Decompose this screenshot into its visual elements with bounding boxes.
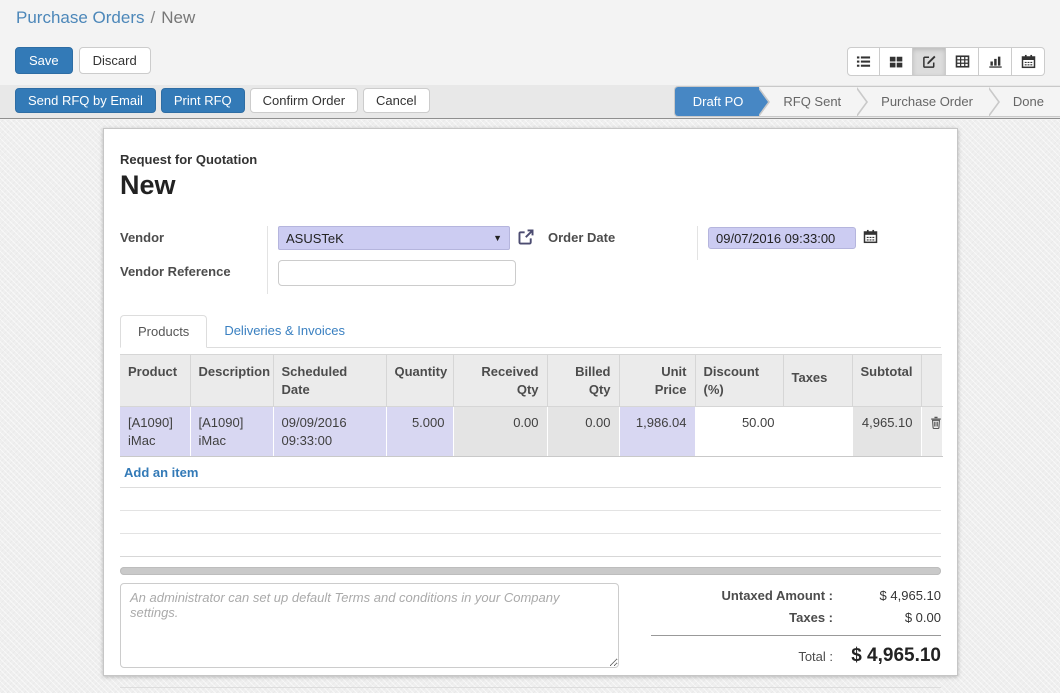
print-rfq-button[interactable]: Print RFQ <box>161 88 245 113</box>
left-label-column: Vendor Vendor Reference <box>120 226 268 294</box>
col-billed-qty[interactable]: Billed Qty <box>547 355 619 407</box>
vendor-reference-input[interactable] <box>278 260 516 286</box>
graph-icon <box>988 54 1003 69</box>
form-sheet: Request for Quotation New Vendor Vendor … <box>103 128 958 676</box>
col-discount[interactable]: Discount (%) <box>695 355 783 407</box>
cancel-button[interactable]: Cancel <box>363 88 429 113</box>
statusbar-steps: Draft PO RFQ Sent Purchase Order Done <box>674 86 1060 117</box>
total-value: $ 4,965.10 <box>833 645 941 667</box>
view-switch-pivot[interactable] <box>946 47 979 76</box>
col-scheduled-date[interactable]: Scheduled Date <box>273 355 386 407</box>
bottom-section: Untaxed Amount : $ 4,965.10 Taxes : $ 0.… <box>120 583 941 674</box>
right-field-column <box>698 226 878 260</box>
breadcrumb-current: New <box>161 8 195 27</box>
notebook-tabs: Products Deliveries & Invoices <box>120 315 941 348</box>
cell-received-qty: 0.00 <box>453 407 547 457</box>
kanban-icon <box>889 55 903 69</box>
cell-description[interactable]: [A1090] iMac <box>190 407 273 457</box>
col-subtotal[interactable]: Subtotal <box>852 355 921 407</box>
cell-unit-price[interactable]: 1,986.04 <box>619 407 695 457</box>
col-actions <box>921 355 942 407</box>
col-received-qty[interactable]: Received Qty <box>453 355 547 407</box>
calendar-icon[interactable] <box>863 229 878 249</box>
view-switch-calendar[interactable] <box>1012 47 1045 76</box>
table-row[interactable]: [A1090] iMac [A1090] iMac 09/09/2016 09:… <box>120 407 942 457</box>
step-rfq-sent[interactable]: RFQ Sent <box>759 87 857 116</box>
totals-panel: Untaxed Amount : $ 4,965.10 Taxes : $ 0.… <box>651 583 941 674</box>
left-field-column: ASUSTeK ▼ <box>268 226 535 294</box>
tab-deliveries-invoices[interactable]: Deliveries & Invoices <box>207 315 362 347</box>
cell-billed-qty: 0.00 <box>547 407 619 457</box>
breadcrumb: Purchase Orders / New <box>16 8 195 28</box>
col-description[interactable]: Description <box>190 355 273 407</box>
vendor-label: Vendor <box>120 226 257 260</box>
statusbar: Send RFQ by Email Print RFQ Confirm Orde… <box>0 85 1060 119</box>
order-date-label: Order Date <box>548 226 687 260</box>
cell-scheduled-date[interactable]: 09/09/2016 09:33:00 <box>273 407 386 457</box>
view-switcher <box>847 47 1045 76</box>
send-rfq-by-email-button[interactable]: Send RFQ by Email <box>15 88 156 113</box>
trash-icon <box>930 417 942 432</box>
empty-row <box>120 488 941 511</box>
save-button[interactable]: Save <box>15 47 73 74</box>
cell-quantity[interactable]: 5.000 <box>386 407 453 457</box>
col-taxes[interactable]: Taxes <box>783 355 852 407</box>
vendor-reference-label: Vendor Reference <box>120 260 257 294</box>
statusbar-buttons: Send RFQ by Email Print RFQ Confirm Orde… <box>15 88 430 113</box>
step-purchase-order[interactable]: Purchase Order <box>857 87 989 116</box>
cell-discount[interactable]: 50.00 <box>695 407 783 457</box>
discard-button[interactable]: Discard <box>79 47 151 74</box>
sheet-subtitle: Request for Quotation <box>120 152 941 167</box>
caret-down-icon: ▼ <box>493 233 502 243</box>
vendor-select[interactable]: ASUSTeK ▼ <box>278 226 510 250</box>
fields-area: Vendor Vendor Reference ASUSTeK ▼ <box>120 226 941 294</box>
untaxed-amount-value: $ 4,965.10 <box>833 588 941 603</box>
list-icon <box>856 54 871 69</box>
cell-subtotal: 4,965.10 <box>852 407 921 457</box>
cell-product[interactable]: [A1090] iMac <box>120 407 190 457</box>
total-label: Total : <box>798 649 833 664</box>
sheet-bottom-divider <box>120 687 941 688</box>
breadcrumb-purchase-orders[interactable]: Purchase Orders <box>16 8 145 27</box>
record-toolbar: Save Discard <box>15 47 151 74</box>
external-link-icon[interactable] <box>517 228 535 251</box>
terms-and-conditions-textarea[interactable] <box>120 583 619 668</box>
view-switch-list[interactable] <box>847 47 880 76</box>
untaxed-amount-label: Untaxed Amount : <box>722 588 833 603</box>
confirm-order-button[interactable]: Confirm Order <box>250 88 358 113</box>
empty-row <box>120 511 941 534</box>
col-quantity[interactable]: Quantity <box>386 355 453 407</box>
empty-row <box>120 534 941 557</box>
breadcrumb-separator: / <box>151 8 156 27</box>
totals-divider <box>651 635 941 636</box>
form-edit-icon <box>922 54 937 69</box>
order-lines-table: Product Description Scheduled Date Quant… <box>120 354 943 457</box>
view-switch-kanban[interactable] <box>880 47 913 76</box>
table-header-row: Product Description Scheduled Date Quant… <box>120 355 942 407</box>
delete-row-button[interactable] <box>921 407 942 457</box>
tab-products[interactable]: Products <box>120 315 207 348</box>
view-switch-form[interactable] <box>913 47 946 76</box>
step-draft-po[interactable]: Draft PO <box>675 87 760 116</box>
table-horizontal-scrollbar[interactable] <box>120 567 941 575</box>
vendor-select-value: ASUSTeK <box>286 231 344 246</box>
pivot-icon <box>955 54 970 69</box>
cell-taxes[interactable] <box>783 407 852 457</box>
col-product[interactable]: Product <box>120 355 190 407</box>
view-switch-graph[interactable] <box>979 47 1012 76</box>
left-field-group: Vendor Vendor Reference ASUSTeK ▼ <box>120 226 548 294</box>
taxes-value: $ 0.00 <box>833 610 941 625</box>
form-view-background: Request for Quotation New Vendor Vendor … <box>0 120 1060 693</box>
add-an-item-link[interactable]: Add an item <box>120 457 941 488</box>
right-field-group: Order Date <box>548 226 878 260</box>
taxes-label: Taxes : <box>789 610 833 625</box>
calendar-icon <box>1021 54 1036 69</box>
right-label-column: Order Date <box>548 226 698 260</box>
page-title: New <box>120 170 941 201</box>
order-date-input[interactable] <box>708 227 856 249</box>
col-unit-price[interactable]: Unit Price <box>619 355 695 407</box>
